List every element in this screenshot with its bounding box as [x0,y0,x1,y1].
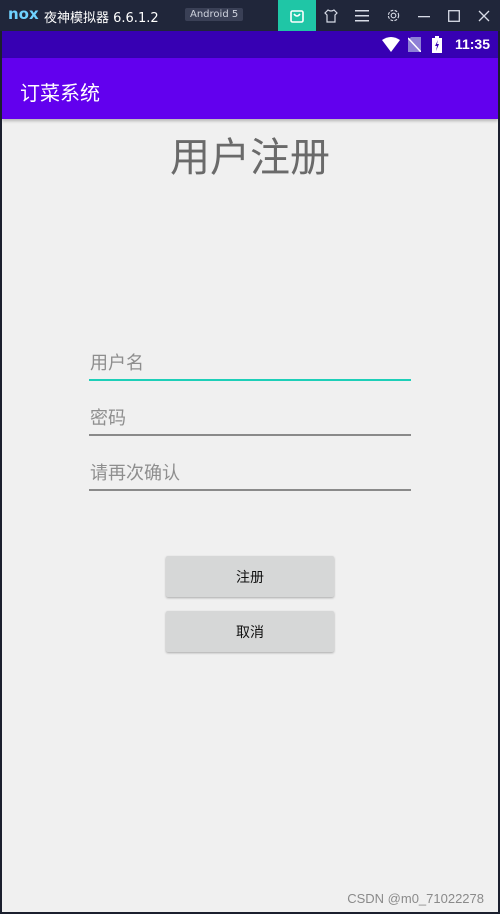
battery-icon [432,36,442,53]
menu-icon [355,9,369,21]
minimize-button[interactable] [409,0,439,31]
maximize-button[interactable] [439,0,469,31]
settings-icon [387,9,399,22]
maximize-icon [448,9,460,22]
app-bar: 订菜系统 [2,58,498,119]
app-title: 订菜系统 [20,81,100,105]
watermark: CSDN @m0_71022278 [347,891,484,906]
skin-icon [324,8,338,23]
close-icon [478,10,490,21]
page-title: 用户注册 [170,135,330,181]
store-button[interactable] [278,0,316,31]
emulator-title-bar: nox 夜神模拟器 6.6.1.2 Android 5 [0,0,500,31]
no-sim-icon [408,37,421,52]
emulator-title: 夜神模拟器 6.6.1.2 [44,11,159,26]
settings-button[interactable] [378,0,408,31]
status-bar: 11:35 [2,31,498,58]
store-icon [290,9,304,23]
confirm-password-field[interactable] [89,457,411,491]
skin-button[interactable] [316,0,346,31]
nox-logo: nox [8,5,39,23]
android-screen: 11:35 订菜系统 用户注册 注册 取消 CSDN @m0_71022278 [2,31,498,912]
cancel-button[interactable]: 取消 [166,611,334,652]
android-version-badge: Android 5 [185,8,244,21]
username-field[interactable] [89,347,411,381]
register-button[interactable]: 注册 [166,556,334,597]
minimize-icon [418,15,430,17]
menu-button[interactable] [347,0,377,31]
password-field[interactable] [89,402,411,436]
status-time: 11:35 [454,36,490,52]
close-button[interactable] [469,0,499,31]
wifi-icon [382,37,400,52]
